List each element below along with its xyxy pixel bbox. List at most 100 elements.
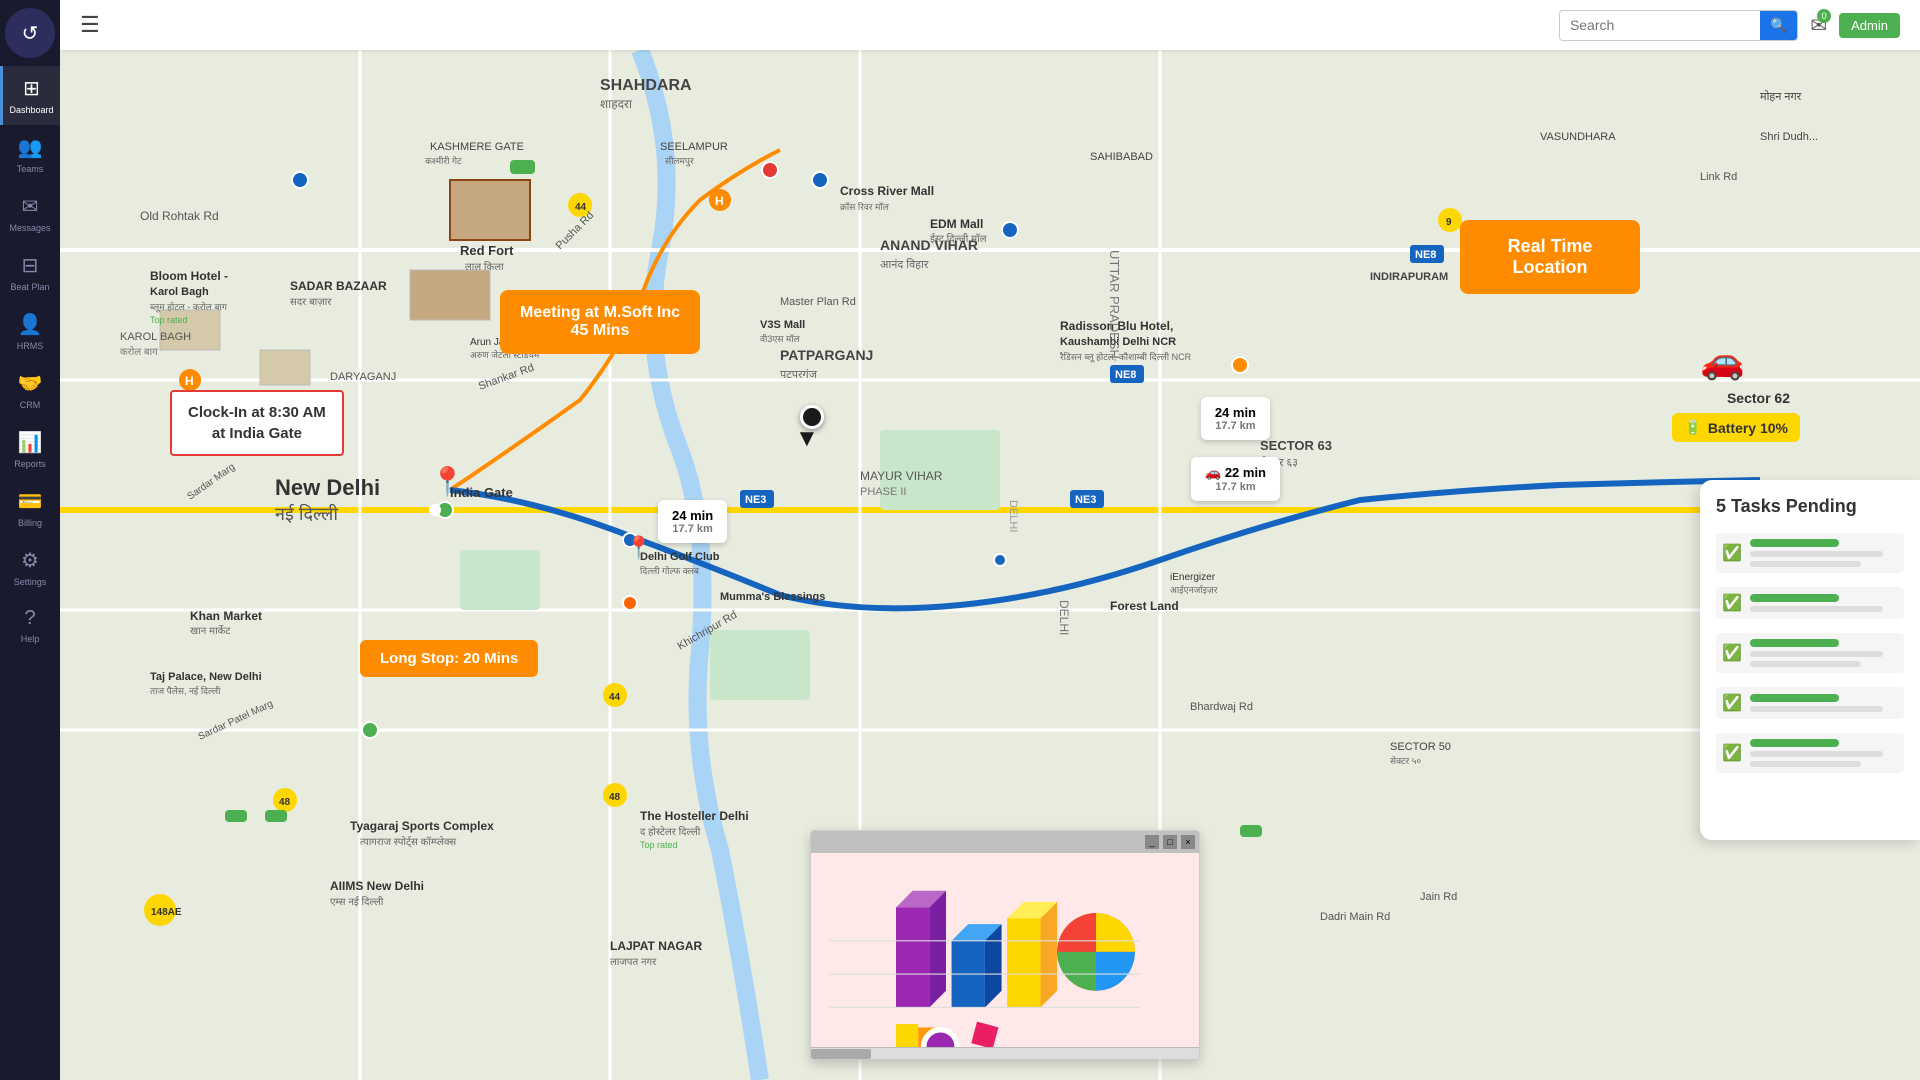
svg-text:EDM Mall: EDM Mall — [930, 217, 983, 231]
stop-pin: 📍 — [625, 535, 652, 561]
task-lines-5 — [1750, 739, 1898, 767]
svg-text:Tyagaraj Sports Complex: Tyagaraj Sports Complex — [350, 819, 494, 833]
chart-restore-btn[interactable]: □ — [1163, 835, 1177, 849]
svg-text:एम्स नई दिल्ली: एम्स नई दिल्ली — [330, 896, 384, 908]
sidebar-label-beat-plan: Beat Plan — [10, 282, 49, 292]
search-button[interactable]: 🔍 — [1760, 11, 1797, 40]
sidebar-item-messages[interactable]: ✉ Messages — [0, 184, 60, 243]
topbar-left: ☰ — [80, 12, 100, 38]
main-content: ☰ 🔍 ✉ 0 Admin — [60, 0, 1920, 1080]
task-line2-3 — [1750, 651, 1883, 657]
svg-text:Red Fort: Red Fort — [460, 243, 514, 258]
svg-text:LAJPAT NAGAR: LAJPAT NAGAR — [610, 939, 703, 953]
time1: 24 min — [1215, 405, 1256, 420]
svg-text:त्यागराज स्पोर्ट्स कॉम्प्लेक्स: त्यागराज स्पोर्ट्स कॉम्प्लेक्स — [360, 836, 456, 848]
search-input[interactable] — [1560, 11, 1760, 39]
svg-text:Shri Dudh...: Shri Dudh... — [1760, 131, 1818, 143]
task-line1-1 — [1750, 539, 1839, 547]
tasks-title: 5 Tasks Pending — [1716, 496, 1904, 517]
sidebar-label-reports: Reports — [14, 459, 46, 469]
svg-text:SAHIBABAD: SAHIBABAD — [1090, 151, 1153, 163]
sidebar-logo[interactable]: ↺ — [5, 8, 55, 58]
sidebar: ↺ ⊞ Dashboard 👥 Teams ✉ Messages ⊟ Beat … — [0, 0, 60, 1080]
task-item-4[interactable]: ✅ — [1716, 687, 1904, 719]
svg-text:क्रॉस रिवर मॉल: क्रॉस रिवर मॉल — [840, 201, 890, 212]
svg-text:VASUNDHARA: VASUNDHARA — [1540, 131, 1616, 143]
svg-text:लाल किला: लाल किला — [465, 261, 504, 273]
svg-text:9: 9 — [1446, 217, 1452, 228]
chart-svg — [821, 863, 1171, 1060]
real-time-subtitle: Location — [1484, 257, 1616, 278]
task-line2-4 — [1750, 706, 1883, 712]
task-item-5[interactable]: ✅ — [1716, 733, 1904, 773]
task-lines-1 — [1750, 539, 1898, 567]
svg-text:ताज पैलेस, नई दिल्ली: ताज पैलेस, नई दिल्ली — [150, 685, 221, 696]
battery-icon: 🔋 — [1684, 419, 1701, 436]
sidebar-item-billing[interactable]: 💳 Billing — [0, 479, 60, 538]
svg-text:ईस्ट दिल्ली मॉल: ईस्ट दिल्ली मॉल — [930, 233, 987, 245]
chart-window[interactable]: _ □ × — [810, 830, 1200, 1060]
svg-text:DELHI: DELHI — [1007, 500, 1019, 532]
sidebar-label-messages: Messages — [9, 223, 50, 233]
sidebar-item-beat-plan[interactable]: ⊟ Beat Plan — [0, 243, 60, 302]
task-line3-1 — [1750, 561, 1861, 567]
svg-text:ब्लूम होटल - करोल बाग: ब्लूम होटल - करोल बाग — [150, 301, 228, 313]
chart-minimize-btn[interactable]: _ — [1145, 835, 1159, 849]
chart-close-btn[interactable]: × — [1181, 835, 1195, 849]
svg-text:Karol Bagh: Karol Bagh — [150, 286, 209, 298]
dist1: 17.7 km — [1215, 420, 1256, 432]
task-line2-5 — [1750, 751, 1883, 757]
topbar: ☰ 🔍 ✉ 0 Admin — [60, 0, 1920, 50]
sidebar-label-crm: CRM — [20, 400, 41, 410]
task-item-1[interactable]: ✅ — [1716, 533, 1904, 573]
svg-text:V3S Mall: V3S Mall — [760, 319, 805, 331]
svg-text:लाजपत नगर: लाजपत नगर — [610, 957, 657, 968]
svg-text:KASHMERE GATE: KASHMERE GATE — [430, 141, 524, 153]
svg-text:DARYAGANJ: DARYAGANJ — [330, 371, 396, 383]
sector-62-label: Sector 62 — [1727, 390, 1790, 406]
svg-text:Jain Rd: Jain Rd — [1420, 891, 1457, 903]
task-lines-2 — [1750, 594, 1898, 612]
sidebar-item-crm[interactable]: 🤝 CRM — [0, 361, 60, 420]
sidebar-item-settings[interactable]: ⚙ Settings — [0, 538, 60, 597]
sidebar-item-hrms[interactable]: 👤 HRMS — [0, 302, 60, 361]
task-line1-5 — [1750, 739, 1839, 747]
svg-text:शाहदरा: शाहदरा — [600, 97, 633, 111]
svg-text:करोल बाग: करोल बाग — [120, 346, 158, 358]
svg-text:आईएनर्जाइज़र: आईएनर्जाइज़र — [1170, 584, 1218, 595]
svg-text:Dadri Main Rd: Dadri Main Rd — [1320, 911, 1390, 923]
svg-text:कश्मीरी गेट: कश्मीरी गेट — [425, 155, 462, 166]
map-container[interactable]: SHAHDARA शाहदरा ANAND VIHAR आनंद विहार P… — [60, 50, 1920, 1080]
task-item-3[interactable]: ✅ — [1716, 633, 1904, 673]
new-delhi-hindi: नई दिल्ली — [275, 502, 338, 526]
svg-text:NE8: NE8 — [1115, 369, 1136, 381]
new-delhi-english: New Delhi — [275, 475, 380, 501]
meeting-box: Meeting at M.Soft Inc 45 Mins — [500, 290, 700, 354]
task-item-2[interactable]: ✅ — [1716, 587, 1904, 619]
svg-text:AIIMS New Delhi: AIIMS New Delhi — [330, 879, 424, 893]
svg-text:iEnergizer: iEnergizer — [1170, 572, 1216, 583]
navigation-arrow: ▼ — [795, 425, 819, 453]
chart-titlebar: _ □ × — [811, 831, 1199, 853]
sidebar-label-hrms: HRMS — [17, 341, 44, 351]
task-lines-3 — [1750, 639, 1898, 667]
svg-text:The Hosteller Delhi: The Hosteller Delhi — [640, 809, 749, 823]
reports-icon: 📊 — [18, 430, 43, 455]
admin-button[interactable]: Admin — [1839, 13, 1900, 38]
clock-in-line1: Clock-In at 8:30 AM — [188, 402, 326, 423]
chart-scrollbar[interactable] — [811, 1047, 1199, 1059]
crm-icon: 🤝 — [18, 371, 43, 396]
chart-scrollbar-thumb[interactable] — [811, 1049, 871, 1059]
svg-text:PHASE II: PHASE II — [860, 486, 906, 498]
sidebar-item-teams[interactable]: 👥 Teams — [0, 125, 60, 184]
sidebar-item-help[interactable]: ? Help — [0, 597, 60, 654]
svg-text:दिल्ली गोल्फ क्लब: दिल्ली गोल्फ क्लब — [640, 565, 700, 576]
svg-text:H: H — [715, 194, 724, 208]
sidebar-label-settings: Settings — [14, 577, 47, 587]
svg-text:Top rated: Top rated — [640, 840, 678, 850]
sidebar-item-reports[interactable]: 📊 Reports — [0, 420, 60, 479]
time2: 🚗 22 min — [1205, 465, 1266, 481]
india-gate-label: India Gate — [450, 485, 513, 500]
sidebar-item-dashboard[interactable]: ⊞ Dashboard — [0, 66, 60, 125]
hamburger-menu[interactable]: ☰ — [80, 12, 100, 38]
